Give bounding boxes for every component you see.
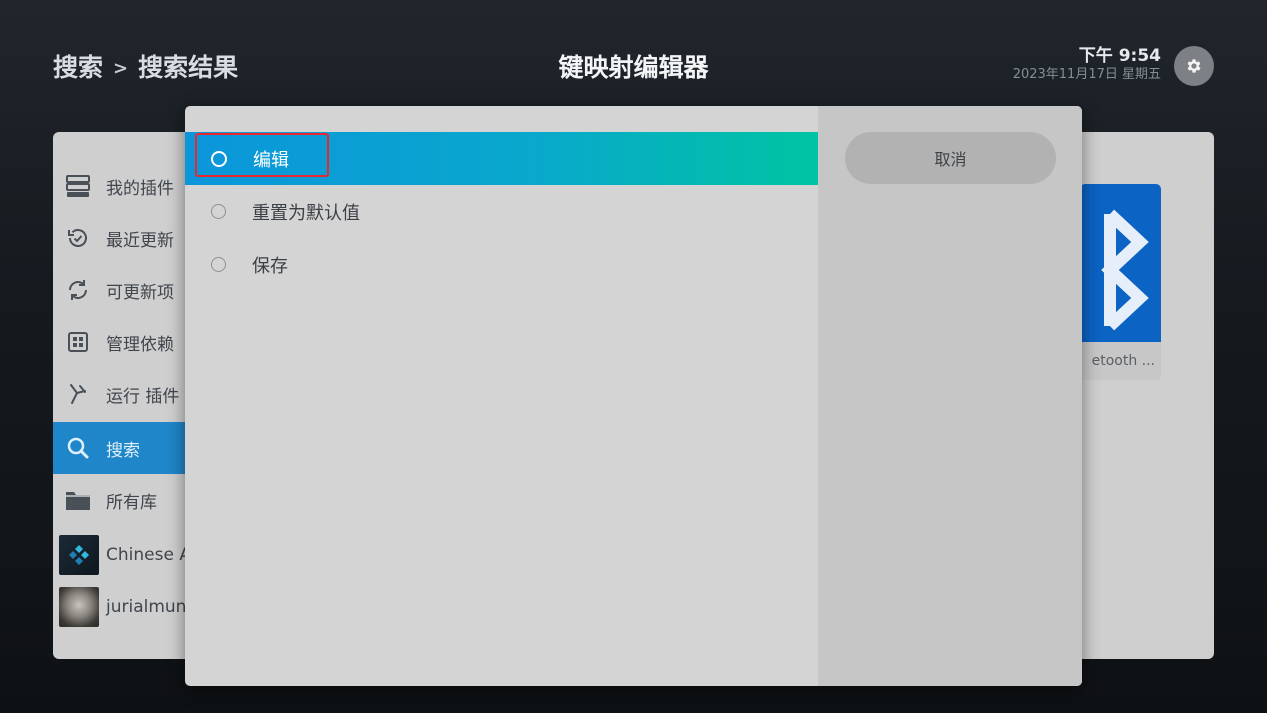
option-reset-to-default[interactable]: 重置为默认值 bbox=[185, 185, 818, 238]
keymap-editor-dialog: 编辑 重置为默认值 保存 取消 bbox=[185, 106, 1082, 686]
sidebar-item-label: 可更新项 bbox=[106, 282, 174, 303]
kodi-thumbnail bbox=[59, 535, 99, 575]
search-icon bbox=[64, 434, 92, 462]
cancel-button[interactable]: 取消 bbox=[845, 132, 1056, 184]
sidebar-item-label: jurialmunk bbox=[106, 597, 197, 617]
run-icon bbox=[64, 380, 92, 408]
addon-card-bluetooth[interactable]: etooth ... bbox=[1080, 184, 1161, 380]
sidebar-item-label: 运行 插件 bbox=[106, 386, 180, 407]
addon-card-art bbox=[1080, 184, 1161, 342]
sidebar-item-label: 我的插件 bbox=[106, 178, 174, 199]
folder-icon bbox=[64, 486, 92, 514]
sidebar-item-label: 所有库 bbox=[106, 492, 157, 513]
sidebar-item-label: Chinese A bbox=[106, 545, 191, 565]
clock: 下午 9:54 2023年11月17日 星期五 bbox=[1013, 46, 1161, 83]
radio-icon bbox=[211, 204, 226, 219]
refresh-icon bbox=[64, 276, 92, 304]
sidebar-item-label: 最近更新 bbox=[106, 230, 174, 251]
avatar-thumbnail bbox=[59, 587, 99, 627]
addon-card-label: etooth ... bbox=[1080, 342, 1161, 380]
radio-icon bbox=[211, 257, 226, 272]
settings-button[interactable] bbox=[1174, 46, 1214, 86]
sidebar-item-label: 搜索 bbox=[106, 440, 140, 461]
drawer-icon bbox=[64, 172, 92, 200]
option-label: 重置为默认值 bbox=[252, 202, 360, 224]
history-icon bbox=[64, 224, 92, 252]
option-label: 保存 bbox=[252, 255, 288, 277]
clock-date: 2023年11月17日 星期五 bbox=[1012, 67, 1161, 82]
dependencies-icon bbox=[64, 328, 92, 356]
gear-icon bbox=[1187, 59, 1201, 73]
option-save[interactable]: 保存 bbox=[185, 238, 818, 291]
bluetooth-icon bbox=[1101, 209, 1149, 331]
sidebar-item-label: 管理依赖 bbox=[106, 334, 174, 355]
clock-time: 下午 9:54 bbox=[1078, 46, 1161, 66]
dialog-button-column bbox=[818, 106, 1082, 686]
focus-highlight-box bbox=[195, 133, 329, 177]
